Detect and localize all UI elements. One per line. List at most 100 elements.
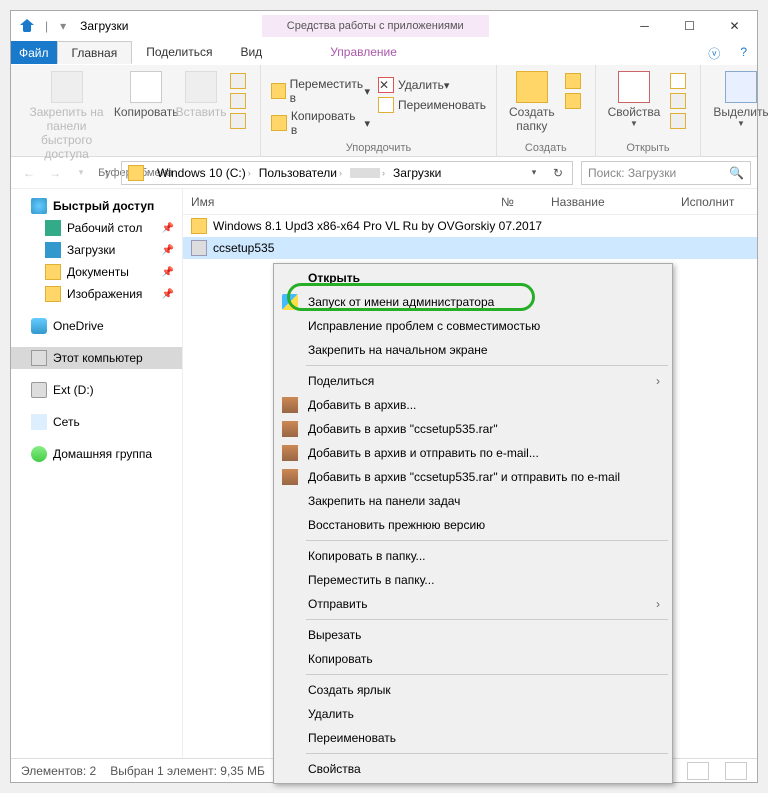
sidebar-homegroup[interactable]: Домашняя группа xyxy=(11,443,182,465)
sidebar-this-pc[interactable]: Этот компьютер xyxy=(11,347,182,369)
col-title[interactable]: Название xyxy=(543,195,673,209)
ctx-shortcut[interactable]: Создать ярлык xyxy=(276,678,670,702)
forward-button[interactable]: → xyxy=(43,161,67,185)
ctx-add-rar-mail[interactable]: Добавить в архив "ccsetup535.rar" и отпр… xyxy=(276,465,670,489)
ctx-rename[interactable]: Переименовать xyxy=(276,726,670,750)
cut-small-button[interactable] xyxy=(226,71,254,91)
moveto-button[interactable]: Переместить в ▾ xyxy=(267,75,374,107)
sidebar-quick-access[interactable]: Быстрый доступ xyxy=(11,195,182,217)
tab-view[interactable]: Вид xyxy=(226,41,276,64)
ctx-copy-to-folder[interactable]: Копировать в папку... xyxy=(276,544,670,568)
copypath-small-button[interactable] xyxy=(226,91,254,111)
maximize-button[interactable]: ☐ xyxy=(667,12,712,40)
ctx-restore[interactable]: Восстановить прежнюю версию xyxy=(276,513,670,537)
newitem-small-button[interactable] xyxy=(561,71,589,91)
file-row[interactable]: ccsetup535 xyxy=(183,237,757,259)
status-count: Элементов: 2 xyxy=(21,764,96,778)
pin-icon: 📌 xyxy=(162,223,174,234)
sidebar-downloads[interactable]: Загрузки📌 xyxy=(11,239,182,261)
up-button[interactable]: ↑ xyxy=(95,161,119,185)
pin-icon: 📌 xyxy=(162,245,174,256)
titlebar: | ▾ Загрузки Средства работы с приложени… xyxy=(11,11,757,41)
chevron-right-icon: › xyxy=(656,374,660,388)
view-large-icon[interactable] xyxy=(725,762,747,780)
copy-button[interactable]: Копировать xyxy=(116,67,176,123)
tab-file[interactable]: Файл xyxy=(11,41,57,64)
breadcrumb-seg: Пользователи› xyxy=(255,166,346,180)
ctx-cut[interactable]: Вырезать xyxy=(276,623,670,647)
ribbon-collapse-icon[interactable]: ⓥ xyxy=(698,41,730,64)
nav-bar: ← → ▾ ↑ › Windows 10 (C:)› Пользователи›… xyxy=(11,157,757,189)
breadcrumb-seg: › xyxy=(346,168,389,178)
sidebar-desktop[interactable]: Рабочий стол📌 xyxy=(11,217,182,239)
ctx-send-to[interactable]: Отправить› xyxy=(276,592,670,616)
refresh-icon[interactable]: ↻ xyxy=(546,161,570,185)
ctx-add-mail[interactable]: Добавить в архив и отправить по e-mail..… xyxy=(276,441,670,465)
explorer-window: | ▾ Загрузки Средства работы с приложени… xyxy=(10,10,758,783)
rename-button[interactable]: Переименовать xyxy=(374,95,490,115)
pasteshortcut-small-button[interactable] xyxy=(226,111,254,131)
back-button[interactable]: ← xyxy=(17,161,41,185)
sidebar-onedrive[interactable]: OneDrive xyxy=(11,315,182,337)
help-icon[interactable]: ? xyxy=(730,41,757,64)
col-num[interactable]: № xyxy=(493,195,543,209)
ctx-run-as-admin[interactable]: Запуск от имени администратора xyxy=(276,290,670,314)
ctx-pin-start[interactable]: Закрепить на начальном экране xyxy=(276,338,670,362)
sidebar-network[interactable]: Сеть xyxy=(11,411,182,433)
easyaccess-small-button[interactable] xyxy=(561,91,589,111)
ctx-copy[interactable]: Копировать xyxy=(276,647,670,671)
column-headers: Имя № Название Исполнит xyxy=(183,189,757,215)
tab-share[interactable]: Поделиться xyxy=(132,41,226,64)
close-button[interactable]: ✕ xyxy=(712,12,757,40)
properties-button[interactable]: Свойства▼ xyxy=(602,67,667,132)
sidebar-documents[interactable]: Документы📌 xyxy=(11,261,182,283)
ctx-add-rar[interactable]: Добавить в архив "ccsetup535.rar" xyxy=(276,417,670,441)
breadcrumb-seg: Загрузки xyxy=(389,166,445,180)
col-exec[interactable]: Исполнит xyxy=(673,195,742,209)
ctx-add-archive[interactable]: Добавить в архив... xyxy=(276,393,670,417)
open-small-button[interactable] xyxy=(666,71,694,91)
recent-dropdown[interactable]: ▾ xyxy=(69,161,93,185)
tab-home[interactable]: Главная xyxy=(57,41,133,64)
app-icon xyxy=(19,18,35,34)
select-button[interactable]: Выделить▼ xyxy=(707,67,768,132)
sidebar-ext-drive[interactable]: Ext (D:) xyxy=(11,379,182,401)
copyto-button[interactable]: Копировать в ▾ xyxy=(267,107,374,139)
ctx-move-to-folder[interactable]: Переместить в папку... xyxy=(276,568,670,592)
search-icon: 🔍 xyxy=(729,166,744,180)
paste-button[interactable]: Вставить xyxy=(176,67,226,123)
pin-icon: 📌 xyxy=(162,289,174,300)
ctx-compat[interactable]: Исправление проблем с совместимостью xyxy=(276,314,670,338)
status-selection: Выбран 1 элемент: 9,35 МБ xyxy=(110,764,265,778)
shield-icon xyxy=(282,294,298,310)
ribbon: Закрепить на панели быстрого доступа Коп… xyxy=(11,65,757,157)
sidebar-pictures[interactable]: Изображения📌 xyxy=(11,283,182,305)
window-title: Загрузки xyxy=(72,19,128,33)
file-row[interactable]: Windows 8.1 Upd3 x86-x64 Pro VL Ru by OV… xyxy=(183,215,757,237)
col-name[interactable]: Имя xyxy=(183,195,493,209)
exe-icon xyxy=(191,240,207,256)
view-details-icon[interactable] xyxy=(687,762,709,780)
rar-icon xyxy=(282,421,298,437)
minimize-button[interactable]: ─ xyxy=(622,12,667,40)
address-dropdown-icon[interactable]: ▾ xyxy=(522,161,546,185)
rar-icon xyxy=(282,445,298,461)
address-bar[interactable]: › Windows 10 (C:)› Пользователи› › Загру… xyxy=(121,161,573,185)
search-input[interactable]: Поиск: Загрузки🔍 xyxy=(581,161,751,185)
edit-small-button[interactable] xyxy=(666,91,694,111)
tab-manage[interactable]: Управление xyxy=(316,41,411,64)
ctx-open[interactable]: Открыть xyxy=(276,266,670,290)
newfolder-button[interactable]: Создать папку xyxy=(503,67,561,137)
rar-icon xyxy=(282,469,298,485)
delete-button[interactable]: ✕Удалить ▾ xyxy=(374,75,490,95)
qat-separator: | xyxy=(39,19,54,33)
ctx-pin-taskbar[interactable]: Закрепить на панели задач xyxy=(276,489,670,513)
ribbon-tabs: Файл Главная Поделиться Вид Управление ⓥ… xyxy=(11,41,757,65)
pin-quick-access-button[interactable]: Закрепить на панели быстрого доступа xyxy=(17,67,116,165)
rar-icon xyxy=(282,397,298,413)
ctx-share[interactable]: Поделиться› xyxy=(276,369,670,393)
qat-dropdown-icon[interactable]: ▾ xyxy=(54,19,72,33)
history-small-button[interactable] xyxy=(666,111,694,131)
ctx-properties[interactable]: Свойства xyxy=(276,757,670,781)
ctx-delete[interactable]: Удалить xyxy=(276,702,670,726)
